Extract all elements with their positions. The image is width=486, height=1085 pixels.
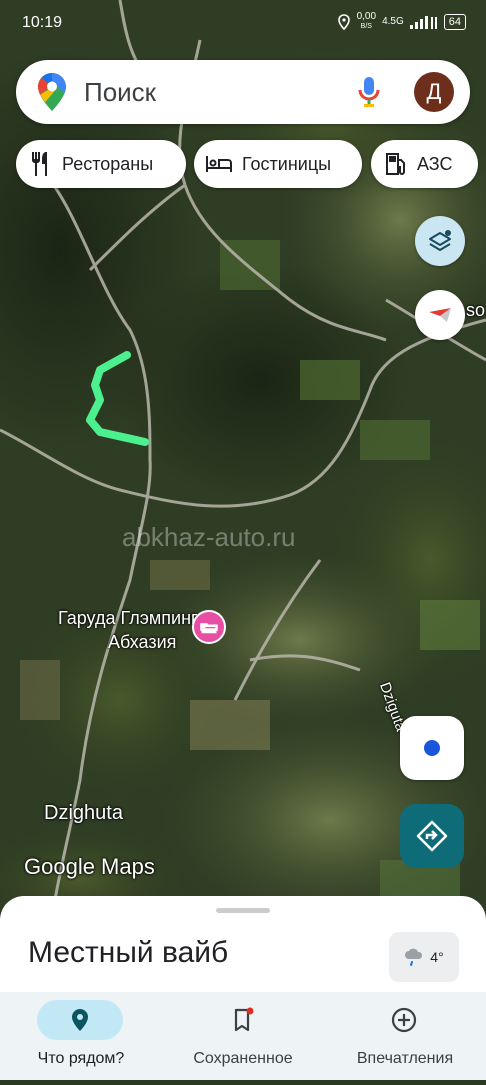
status-icons: 0,00 B/S 4.5G 64 — [337, 12, 466, 31]
chip-label: Гостиницы — [242, 153, 332, 174]
compass-button[interactable] — [415, 290, 465, 340]
signal-icon — [409, 15, 437, 29]
hotel-icon — [206, 156, 232, 172]
directions-button[interactable] — [400, 804, 464, 868]
nav-label: Впечатления — [356, 1050, 454, 1067]
location-status-icon — [337, 13, 350, 30]
location-pin-icon — [72, 1009, 88, 1031]
location-dot-icon — [424, 740, 440, 756]
search-bar[interactable]: Поиск Д — [16, 60, 470, 124]
nav-saved[interactable]: Сохраненное — [162, 992, 324, 1080]
avatar[interactable]: Д — [414, 72, 454, 112]
nav-label: Сохраненное — [193, 1050, 293, 1067]
poi-label-line2[interactable]: Абхазия — [108, 632, 176, 653]
bookmark-icon — [234, 1007, 254, 1032]
chip-restaurants[interactable]: Рестораны — [16, 140, 186, 188]
bottom-navigation: Что рядом? Сохраненное Впечатления — [0, 992, 486, 1080]
chip-label: Рестораны — [62, 153, 154, 174]
google-maps-logo: Google Maps — [24, 854, 155, 879]
layers-icon — [429, 230, 451, 251]
chip-gas-stations[interactable]: АЗС — [371, 140, 478, 188]
network-type: 4.5G — [382, 16, 404, 27]
nav-explore[interactable]: Что рядом? — [0, 992, 162, 1080]
poi-label-line1[interactable]: Гаруда Глэмпинг — [58, 608, 198, 629]
compass-icon — [429, 308, 451, 322]
search-placeholder[interactable]: Поиск — [84, 77, 156, 108]
weather-temp: 4° — [430, 949, 444, 965]
nav-label: Что рядом? — [37, 1050, 125, 1067]
data-speed: 0,00 B/S — [356, 11, 377, 31]
restaurant-icon — [32, 152, 47, 176]
partial-map-label: so — [466, 300, 486, 320]
chip-hotels[interactable]: Гостиницы — [194, 140, 362, 188]
weather-chip[interactable]: 4° — [389, 932, 459, 982]
microphone-icon[interactable] — [358, 77, 380, 107]
bed-icon — [200, 623, 218, 634]
directions-icon — [416, 820, 448, 852]
drag-handle[interactable] — [216, 908, 270, 913]
nav-contribute[interactable]: Впечатления — [324, 992, 486, 1080]
my-location-button[interactable] — [400, 716, 464, 780]
chip-label: АЗС — [417, 153, 453, 174]
status-bar: 10:19 0,00 B/S 4.5G 64 — [0, 0, 486, 48]
battery-indicator: 64 — [443, 13, 466, 30]
add-circle-icon — [391, 1007, 417, 1033]
cloud-rain-icon — [405, 948, 423, 966]
google-maps-pin-icon — [38, 73, 66, 111]
hotel-poi-marker[interactable] — [192, 610, 226, 644]
sheet-title: Местный вайб — [28, 936, 229, 969]
status-time: 10:19 — [22, 14, 63, 31]
place-label: Dzighuta — [44, 802, 123, 824]
gas-station-icon — [386, 153, 405, 175]
layers-button[interactable] — [415, 216, 465, 266]
map-watermark: abkhaz-auto.ru — [122, 522, 296, 552]
